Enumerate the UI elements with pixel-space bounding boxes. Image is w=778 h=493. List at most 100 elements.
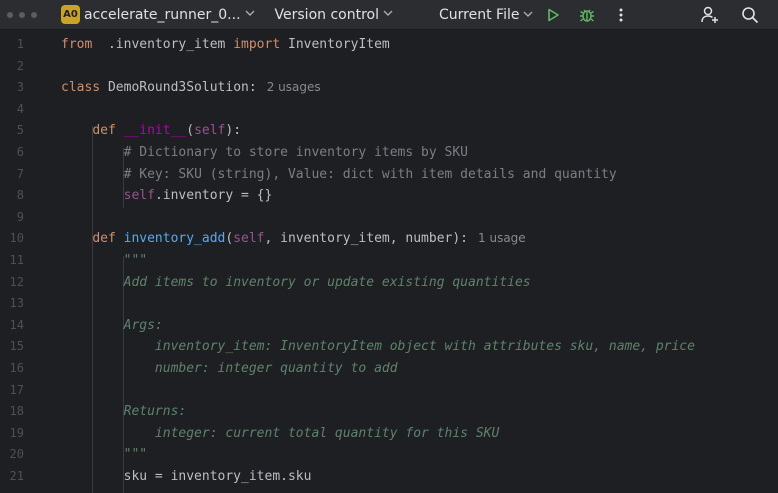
code-line[interactable]: 1 from .inventory_item import InventoryIt… xyxy=(0,34,778,55)
code-line[interactable]: 10 def inventory_add(self, inventory_ite… xyxy=(0,228,778,249)
project-name: accelerate_runner_0... xyxy=(84,6,241,23)
line-number[interactable]: 16 xyxy=(0,358,24,379)
line-number[interactable]: 14 xyxy=(0,315,24,336)
code-line[interactable]: 2 xyxy=(0,56,778,77)
line-number[interactable]: 5 xyxy=(0,120,24,141)
line-number[interactable]: 12 xyxy=(0,272,24,293)
code-token: def xyxy=(92,123,116,139)
code-token: InventoryItem xyxy=(280,37,390,52)
code-line[interactable]: 8 self.inventory = {} xyxy=(0,185,778,206)
code-token: self xyxy=(233,231,265,247)
line-number[interactable]: 4 xyxy=(0,99,24,120)
code-token: Add items to inventory or update existin… xyxy=(123,274,531,290)
line-number[interactable]: 11 xyxy=(0,250,24,271)
project-badge[interactable]: A0 xyxy=(61,5,80,24)
code-token: def xyxy=(92,231,116,247)
version-control-menu[interactable]: Version control xyxy=(275,7,393,23)
debug-button[interactable] xyxy=(576,4,598,26)
code-token: number: integer quantity to add xyxy=(154,361,398,376)
code-line[interactable]: 17 xyxy=(0,380,778,401)
code-token: import xyxy=(233,37,281,52)
run-button[interactable] xyxy=(542,4,564,26)
search-button[interactable] xyxy=(739,4,761,26)
window-dot-icon[interactable] xyxy=(19,11,25,18)
line-number[interactable]: 19 xyxy=(0,423,24,444)
line-number[interactable]: 20 xyxy=(0,444,24,465)
add-user-icon xyxy=(701,6,718,23)
line-number[interactable]: 21 xyxy=(0,466,24,487)
usages-hint[interactable]: 2 usages xyxy=(267,80,321,94)
line-number[interactable]: 1 xyxy=(0,34,24,55)
code-token: self xyxy=(194,123,226,139)
code-text: class DemoRound3Solution: 2 usages xyxy=(61,77,321,98)
code-line[interactable]: 12 Add items to inventory or update exis… xyxy=(0,272,778,293)
code-line[interactable]: 7 # Key: SKU (string), Value: dict with … xyxy=(0,164,778,185)
window-dot-icon[interactable] xyxy=(7,11,13,18)
code-text: from .inventory_item import InventoryIte… xyxy=(61,34,390,55)
chevron-down-icon xyxy=(245,9,255,20)
bug-icon xyxy=(580,9,594,22)
code-line[interactable]: 21 sku = inventory_item.sku xyxy=(0,466,778,487)
code-line[interactable]: 9 xyxy=(0,207,778,228)
run-configuration-label: Current File xyxy=(439,7,520,23)
run-configuration-selector[interactable]: Current File xyxy=(439,5,533,25)
main-toolbar: A0 accelerate_runner_0... Version contro… xyxy=(0,0,778,30)
code-text: def __init__(self): xyxy=(61,120,241,141)
code-token: ( xyxy=(186,123,195,139)
play-icon xyxy=(548,8,559,22)
code-token: Args: xyxy=(123,317,163,333)
code-line[interactable]: 3 class DemoRound3Solution: 2 usages xyxy=(0,77,778,98)
code-line[interactable]: 4 xyxy=(0,99,778,120)
code-line[interactable]: 6 # Dictionary to store inventory items … xyxy=(0,142,778,163)
line-number[interactable]: 9 xyxy=(0,207,24,228)
code-line[interactable]: 19 integer: current total quantity for t… xyxy=(0,423,778,444)
code-line[interactable]: 16 number: integer quantity to add xyxy=(0,358,778,379)
code-token: .inventory_item xyxy=(92,37,234,52)
project-selector[interactable]: accelerate_runner_0... xyxy=(84,7,255,23)
line-number[interactable]: 17 xyxy=(0,380,24,401)
line-number[interactable]: 3 xyxy=(0,77,24,98)
code-line[interactable]: 5 def __init__(self): xyxy=(0,120,778,141)
code-text: Args: xyxy=(61,315,163,336)
code-text: Returns: xyxy=(61,401,187,422)
more-actions-button[interactable] xyxy=(610,4,632,26)
window-controls[interactable] xyxy=(7,11,49,18)
code-line[interactable]: 11 """ xyxy=(0,250,778,271)
code-token: from xyxy=(61,37,93,52)
code-token: , inventory_item, number): xyxy=(264,231,469,247)
line-number[interactable]: 8 xyxy=(0,185,24,206)
code-text: integer: current total quantity for this… xyxy=(61,423,499,444)
line-number[interactable]: 13 xyxy=(0,293,24,314)
code-text: """ xyxy=(61,444,147,465)
vertical-dots-icon xyxy=(619,8,623,22)
code-editor[interactable]: 1 from .inventory_item import InventoryIt… xyxy=(0,31,778,493)
line-number[interactable]: 10 xyxy=(0,228,24,249)
code-line[interactable]: 14 Args: xyxy=(0,315,778,336)
line-number[interactable]: 18 xyxy=(0,401,24,422)
usages-hint[interactable]: 1 usage xyxy=(478,231,526,245)
line-number[interactable]: 2 xyxy=(0,56,24,77)
code-text: self.inventory = {} xyxy=(61,185,273,206)
code-token: inventory_add xyxy=(123,231,226,247)
code-line[interactable]: 20 """ xyxy=(0,444,778,465)
code-line[interactable]: 18 Returns: xyxy=(0,401,778,422)
code-with-me-button[interactable] xyxy=(699,4,721,26)
code-line[interactable]: 13 xyxy=(0,293,778,314)
code-line[interactable]: 15 inventory_item: InventoryItem object … xyxy=(0,336,778,357)
code-text: number: integer quantity to add xyxy=(61,358,398,379)
line-number[interactable]: 6 xyxy=(0,142,24,163)
window-dot-icon[interactable] xyxy=(31,11,37,18)
line-number[interactable]: 7 xyxy=(0,164,24,185)
line-number[interactable]: 15 xyxy=(0,336,24,357)
code-text: def inventory_add(self, inventory_item, … xyxy=(61,228,526,249)
code-token: # Dictionary to store inventory items by… xyxy=(123,145,468,160)
